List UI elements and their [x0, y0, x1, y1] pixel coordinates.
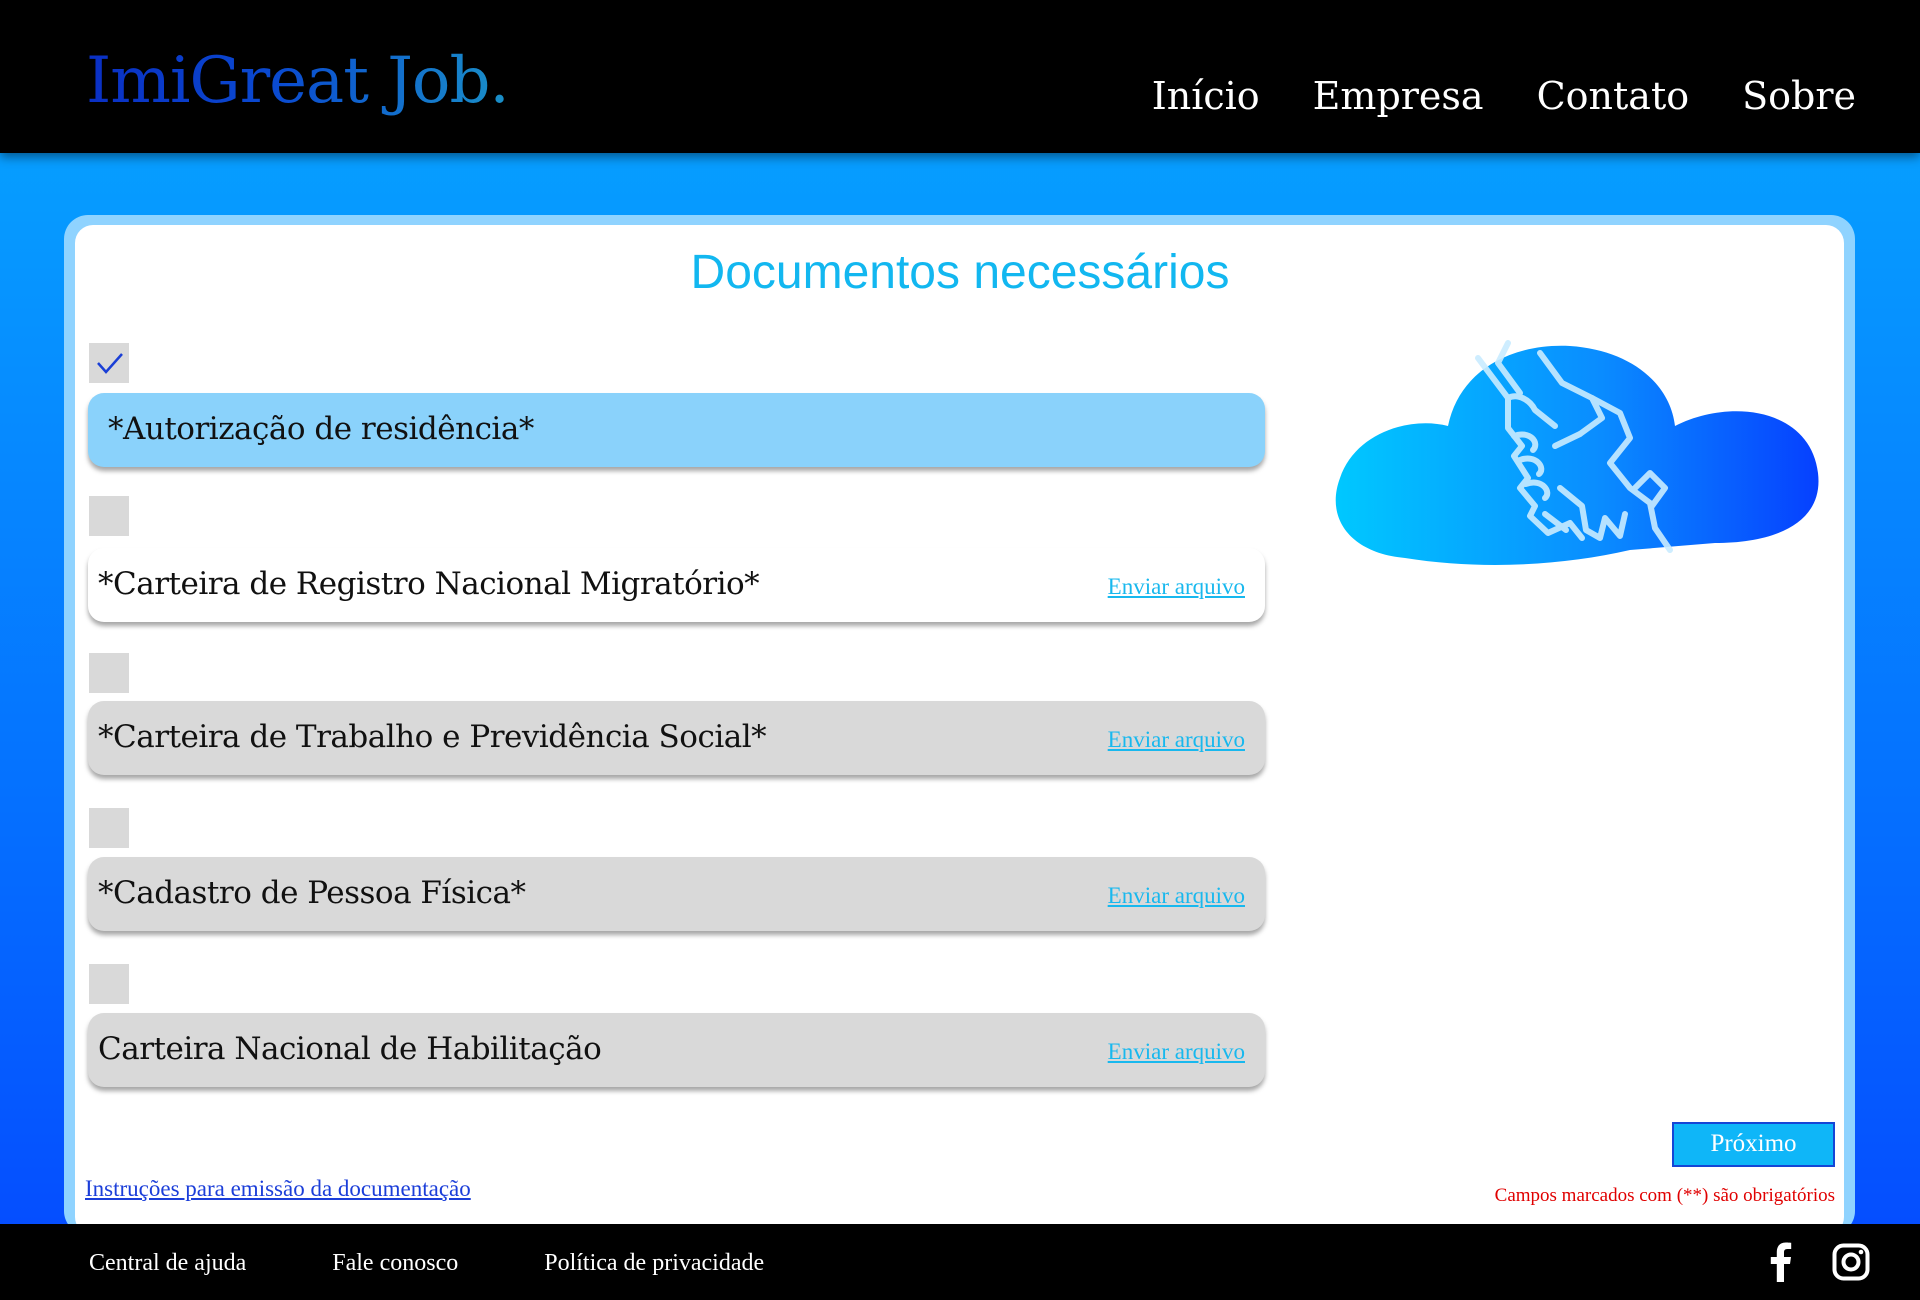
footer-links: Central de ajuda Fale conosco Política d… [89, 1250, 764, 1277]
nav-item-contato[interactable]: Contato [1537, 74, 1690, 118]
header: ImiGreat Job. Início Empresa Contato Sob… [0, 0, 1920, 153]
checkmark-icon [97, 353, 123, 374]
document-label: *Cadastro de Pessoa Física* [98, 875, 526, 911]
document-checkbox-3[interactable] [89, 653, 129, 693]
document-label: Carteira Nacional de Habilitação [98, 1031, 602, 1067]
main-nav: Início Empresa Contato Sobre [1152, 74, 1856, 118]
facebook-icon[interactable] [1768, 1242, 1792, 1287]
nav-item-sobre[interactable]: Sobre [1742, 74, 1856, 118]
instructions-link[interactable]: Instruções para emissão da documentação [85, 1176, 471, 1202]
nav-item-inicio[interactable]: Início [1152, 74, 1260, 118]
footer: Central de ajuda Fale conosco Política d… [0, 1224, 1920, 1300]
footer-link-privacy[interactable]: Política de privacidade [544, 1250, 764, 1277]
document-row-3[interactable]: *Carteira de Trabalho e Previdência Soci… [88, 701, 1265, 775]
document-checkbox-5[interactable] [89, 964, 129, 1004]
document-row-2[interactable]: *Carteira de Registro Nacional Migratóri… [88, 548, 1265, 622]
required-fields-note: Campos marcados com (**) são obrigatório… [1494, 1185, 1835, 1206]
document-checkbox-2[interactable] [89, 496, 129, 536]
document-label: *Carteira de Trabalho e Previdência Soci… [98, 719, 767, 755]
document-label: *Carteira de Registro Nacional Migratóri… [98, 566, 760, 602]
cloud-handshake-icon [1335, 340, 1819, 565]
upload-file-link[interactable]: Enviar arquivo [1108, 727, 1245, 753]
logo[interactable]: ImiGreat Job. [86, 44, 510, 118]
instagram-icon[interactable] [1832, 1243, 1870, 1286]
document-row-4[interactable]: *Cadastro de Pessoa Física* Enviar arqui… [88, 857, 1265, 931]
upload-file-link[interactable]: Enviar arquivo [1108, 1039, 1245, 1065]
footer-link-contact[interactable]: Fale conosco [332, 1250, 458, 1277]
upload-file-link[interactable]: Enviar arquivo [1108, 883, 1245, 909]
nav-item-empresa[interactable]: Empresa [1313, 74, 1484, 118]
page-title: Documentos necessários [690, 246, 1230, 299]
upload-file-link[interactable]: Enviar arquivo [1108, 574, 1245, 600]
social-links [1768, 1242, 1870, 1287]
next-button[interactable]: Próximo [1672, 1122, 1835, 1167]
document-checkbox-1[interactable] [89, 343, 129, 383]
document-checkbox-4[interactable] [89, 808, 129, 848]
document-row-5[interactable]: Carteira Nacional de Habilitação Enviar … [88, 1013, 1265, 1087]
document-row-1[interactable]: *Autorização de residência* [88, 393, 1265, 467]
document-label: *Autorização de residência* [108, 411, 534, 447]
footer-link-help-center[interactable]: Central de ajuda [89, 1250, 246, 1277]
